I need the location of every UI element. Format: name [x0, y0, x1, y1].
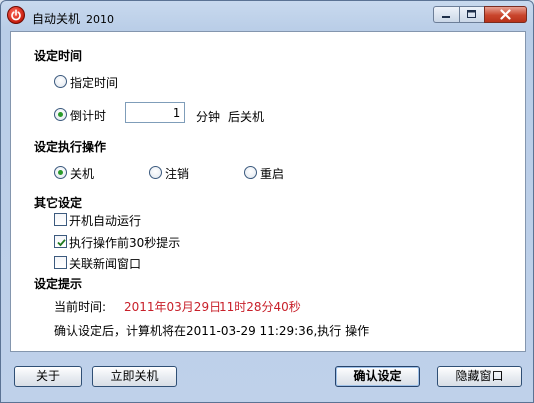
minimize-button[interactable] [433, 6, 459, 23]
hide-window-button[interactable]: 隐藏窗口 [437, 366, 522, 387]
title-bar[interactable]: 自动关机 2010 [1, 1, 533, 31]
window-title: 自动关机 2010 [32, 10, 114, 27]
radio-shutdown[interactable] [54, 166, 67, 179]
confirm-hint-text: 确认设定后，计算机将在2011-03-29 11:29:36,执行 操作 [54, 324, 370, 338]
minutes-input[interactable] [126, 103, 184, 122]
main-panel: 设定时间 指定时间 倒计时 分钟 后关机 设定执行操作 关机 注销 重启 其它设… [10, 31, 526, 352]
maximize-button[interactable] [459, 6, 484, 23]
checkbox-autostart-label[interactable]: 开机自动运行 [69, 212, 141, 229]
radio-specific-time[interactable] [54, 75, 67, 88]
radio-countdown-label[interactable]: 倒计时 [70, 107, 106, 124]
about-button[interactable]: 关于 [14, 366, 82, 387]
checkmark-icon [57, 239, 66, 247]
hint-heading: 设定提示 [34, 277, 83, 291]
confirm-settings-button[interactable]: 确认设定 [335, 366, 420, 387]
checkbox-autostart[interactable] [54, 213, 67, 226]
checkbox-close-news[interactable] [54, 256, 67, 269]
maximize-icon [467, 10, 476, 18]
checkbox-notify[interactable] [54, 235, 67, 248]
radio-shutdown-label[interactable]: 关机 [70, 165, 94, 182]
window-title-label: 自动关机 [32, 12, 81, 26]
radio-restart-label[interactable]: 重启 [260, 165, 284, 182]
app-window: 自动关机 2010 设定时间 指定时间 倒计时 1 分钟 后关机 设定执行操作 … [0, 0, 534, 403]
window-version: 2010 [86, 13, 115, 26]
window-controls [433, 6, 527, 23]
set-time-heading: 设定时间 [34, 49, 83, 63]
minutes-field[interactable] [125, 102, 185, 123]
close-button[interactable] [484, 6, 527, 23]
current-clock: 11时28分40秒 [219, 300, 301, 314]
radio-logoff-label[interactable]: 注销 [165, 165, 189, 182]
current-time-label: 当前时间: [54, 300, 107, 314]
minutes-unit-label: 分钟 [196, 110, 221, 124]
action-heading: 设定执行操作 [34, 140, 107, 154]
current-date: 2011年03月29日 [124, 300, 222, 314]
shutdown-now-button[interactable]: 立即关机 [92, 366, 177, 387]
radio-logoff[interactable] [149, 166, 162, 179]
other-heading: 其它设定 [34, 196, 83, 210]
minimize-icon [442, 16, 450, 18]
checkbox-notify-label[interactable]: 执行操作前30秒提示 [69, 234, 180, 251]
radio-specific-time-label[interactable]: 指定时间 [70, 74, 118, 91]
after-shutdown-label: 后关机 [228, 110, 265, 124]
radio-countdown[interactable] [54, 108, 67, 121]
checkbox-close-news-label[interactable]: 关联新闻窗口 [69, 255, 141, 272]
power-icon [7, 6, 25, 24]
close-icon [500, 9, 511, 20]
radio-restart[interactable] [244, 166, 257, 179]
